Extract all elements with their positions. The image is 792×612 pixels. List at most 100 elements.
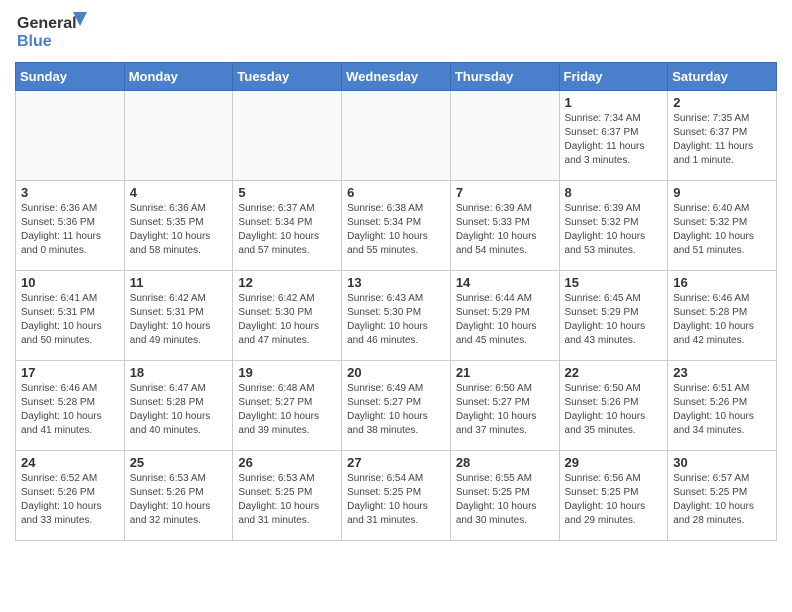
- day-number: 10: [21, 275, 119, 290]
- day-number: 19: [238, 365, 336, 380]
- day-info: Sunrise: 6:55 AMSunset: 5:25 PMDaylight:…: [456, 472, 554, 528]
- day-info: Sunrise: 6:46 AMSunset: 5:28 PMDaylight:…: [21, 382, 119, 438]
- calendar-cell: 6Sunrise: 6:38 AMSunset: 5:34 PMDaylight…: [342, 181, 451, 271]
- day-info: Sunrise: 6:36 AMSunset: 5:36 PMDaylight:…: [21, 202, 119, 258]
- day-info: Sunrise: 6:56 AMSunset: 5:25 PMDaylight:…: [565, 472, 663, 528]
- calendar-cell: 10 Sunrise: 6:41 AMSunset: 5:31 PMDayligh…: [16, 271, 125, 361]
- day-number: 27: [347, 455, 445, 470]
- weekday-header-tuesday: Tuesday: [233, 63, 342, 91]
- weekday-header-thursday: Thursday: [450, 63, 559, 91]
- day-info: Sunrise: 7:35 AMSunset: 6:37 PMDaylight:…: [673, 112, 771, 168]
- day-number: 26: [238, 455, 336, 470]
- calendar-cell: 24Sunrise: 6:52 AMSunset: 5:26 PMDayligh…: [16, 451, 125, 541]
- day-number: 20: [347, 365, 445, 380]
- calendar-cell: 17 Sunrise: 6:46 AMSunset: 5:28 PMDayligh…: [16, 361, 125, 451]
- day-info: Sunrise: 6:37 AMSunset: 5:34 PMDaylight:…: [238, 202, 336, 258]
- day-number: 7: [456, 185, 554, 200]
- calendar-cell: 7 Sunrise: 6:39 AMSunset: 5:33 PMDaylight…: [450, 181, 559, 271]
- calendar-cell: [450, 91, 559, 181]
- day-number: 3: [21, 185, 119, 200]
- calendar-cell: 13Sunrise: 6:43 AMSunset: 5:30 PMDayligh…: [342, 271, 451, 361]
- svg-text:General: General: [17, 15, 77, 32]
- day-info: Sunrise: 6:39 AMSunset: 5:33 PMDaylight:…: [456, 202, 554, 258]
- day-number: 11: [130, 275, 228, 290]
- calendar-cell: 25 Sunrise: 6:53 AMSunset: 5:26 PMDayligh…: [124, 451, 233, 541]
- weekday-header-wednesday: Wednesday: [342, 63, 451, 91]
- day-info: Sunrise: 6:41 AMSunset: 5:31 PMDaylight:…: [21, 292, 119, 348]
- calendar-cell: 20 Sunrise: 6:49 AMSunset: 5:27 PMDayligh…: [342, 361, 451, 451]
- week-row-3: 10 Sunrise: 6:41 AMSunset: 5:31 PMDayligh…: [16, 271, 777, 361]
- day-number: 25: [130, 455, 228, 470]
- calendar-cell: 21 Sunrise: 6:50 AMSunset: 5:27 PMDayligh…: [450, 361, 559, 451]
- calendar-cell: [342, 91, 451, 181]
- day-number: 6: [347, 185, 445, 200]
- calendar-cell: 28 Sunrise: 6:55 AMSunset: 5:25 PMDayligh…: [450, 451, 559, 541]
- day-info: Sunrise: 6:42 AMSunset: 5:31 PMDaylight:…: [130, 292, 228, 348]
- day-number: 22: [565, 365, 663, 380]
- day-number: 23: [673, 365, 771, 380]
- day-info: Sunrise: 6:54 AMSunset: 5:25 PMDaylight:…: [347, 472, 445, 528]
- day-number: 24: [21, 455, 119, 470]
- day-number: 2: [673, 95, 771, 110]
- calendar-cell: 1Sunrise: 7:34 AMSunset: 6:37 PMDaylight…: [559, 91, 668, 181]
- calendar-cell: 14 Sunrise: 6:44 AMSunset: 5:29 PMDayligh…: [450, 271, 559, 361]
- day-info: Sunrise: 6:51 AMSunset: 5:26 PMDaylight:…: [673, 382, 771, 438]
- svg-text:Blue: Blue: [17, 33, 52, 50]
- day-info: Sunrise: 6:46 AMSunset: 5:28 PMDaylight:…: [673, 292, 771, 348]
- calendar-cell: [124, 91, 233, 181]
- day-info: Sunrise: 6:50 AMSunset: 5:26 PMDaylight:…: [565, 382, 663, 438]
- day-number: 28: [456, 455, 554, 470]
- day-info: Sunrise: 6:47 AMSunset: 5:28 PMDaylight:…: [130, 382, 228, 438]
- calendar-cell: 23 Sunrise: 6:51 AMSunset: 5:26 PMDayligh…: [668, 361, 777, 451]
- day-info: Sunrise: 6:44 AMSunset: 5:29 PMDaylight:…: [456, 292, 554, 348]
- calendar-cell: 12Sunrise: 6:42 AMSunset: 5:30 PMDayligh…: [233, 271, 342, 361]
- day-info: Sunrise: 6:39 AMSunset: 5:32 PMDaylight:…: [565, 202, 663, 258]
- day-number: 8: [565, 185, 663, 200]
- day-info: Sunrise: 6:48 AMSunset: 5:27 PMDaylight:…: [238, 382, 336, 438]
- weekday-header-friday: Friday: [559, 63, 668, 91]
- calendar-cell: 22 Sunrise: 6:50 AMSunset: 5:26 PMDayligh…: [559, 361, 668, 451]
- day-number: 21: [456, 365, 554, 380]
- day-number: 18: [130, 365, 228, 380]
- day-number: 17: [21, 365, 119, 380]
- day-info: Sunrise: 6:50 AMSunset: 5:27 PMDaylight:…: [456, 382, 554, 438]
- calendar: SundayMondayTuesdayWednesdayThursdayFrid…: [15, 62, 777, 541]
- day-number: 15: [565, 275, 663, 290]
- weekday-header-monday: Monday: [124, 63, 233, 91]
- day-number: 13: [347, 275, 445, 290]
- logo: GeneralBlue: [15, 10, 95, 54]
- day-info: Sunrise: 6:42 AMSunset: 5:30 PMDaylight:…: [238, 292, 336, 348]
- day-info: Sunrise: 6:53 AMSunset: 5:26 PMDaylight:…: [130, 472, 228, 528]
- day-number: 4: [130, 185, 228, 200]
- calendar-cell: 26 Sunrise: 6:53 AMSunset: 5:25 PMDayligh…: [233, 451, 342, 541]
- week-row-2: 3 Sunrise: 6:36 AMSunset: 5:36 PMDaylight…: [16, 181, 777, 271]
- week-row-5: 24Sunrise: 6:52 AMSunset: 5:26 PMDayligh…: [16, 451, 777, 541]
- weekday-header-row: SundayMondayTuesdayWednesdayThursdayFrid…: [16, 63, 777, 91]
- day-number: 14: [456, 275, 554, 290]
- day-info: Sunrise: 6:40 AMSunset: 5:32 PMDaylight:…: [673, 202, 771, 258]
- day-info: Sunrise: 6:36 AMSunset: 5:35 PMDaylight:…: [130, 202, 228, 258]
- calendar-cell: [233, 91, 342, 181]
- calendar-cell: 18 Sunrise: 6:47 AMSunset: 5:28 PMDayligh…: [124, 361, 233, 451]
- day-number: 29: [565, 455, 663, 470]
- week-row-4: 17 Sunrise: 6:46 AMSunset: 5:28 PMDayligh…: [16, 361, 777, 451]
- day-info: Sunrise: 6:57 AMSunset: 5:25 PMDaylight:…: [673, 472, 771, 528]
- week-row-1: 1Sunrise: 7:34 AMSunset: 6:37 PMDaylight…: [16, 91, 777, 181]
- calendar-cell: 5 Sunrise: 6:37 AMSunset: 5:34 PMDaylight…: [233, 181, 342, 271]
- calendar-cell: 29 Sunrise: 6:56 AMSunset: 5:25 PMDayligh…: [559, 451, 668, 541]
- logo-icon: GeneralBlue: [15, 10, 95, 54]
- calendar-cell: 15Sunrise: 6:45 AMSunset: 5:29 PMDayligh…: [559, 271, 668, 361]
- day-number: 16: [673, 275, 771, 290]
- calendar-cell: 16 Sunrise: 6:46 AMSunset: 5:28 PMDayligh…: [668, 271, 777, 361]
- day-info: Sunrise: 6:53 AMSunset: 5:25 PMDaylight:…: [238, 472, 336, 528]
- calendar-cell: 19 Sunrise: 6:48 AMSunset: 5:27 PMDayligh…: [233, 361, 342, 451]
- calendar-cell: 9Sunrise: 6:40 AMSunset: 5:32 PMDaylight…: [668, 181, 777, 271]
- day-number: 1: [565, 95, 663, 110]
- calendar-cell: 8 Sunrise: 6:39 AMSunset: 5:32 PMDaylight…: [559, 181, 668, 271]
- calendar-cell: 3 Sunrise: 6:36 AMSunset: 5:36 PMDaylight…: [16, 181, 125, 271]
- calendar-cell: [16, 91, 125, 181]
- day-info: Sunrise: 6:49 AMSunset: 5:27 PMDaylight:…: [347, 382, 445, 438]
- day-number: 5: [238, 185, 336, 200]
- calendar-cell: 11 Sunrise: 6:42 AMSunset: 5:31 PMDayligh…: [124, 271, 233, 361]
- weekday-header-saturday: Saturday: [668, 63, 777, 91]
